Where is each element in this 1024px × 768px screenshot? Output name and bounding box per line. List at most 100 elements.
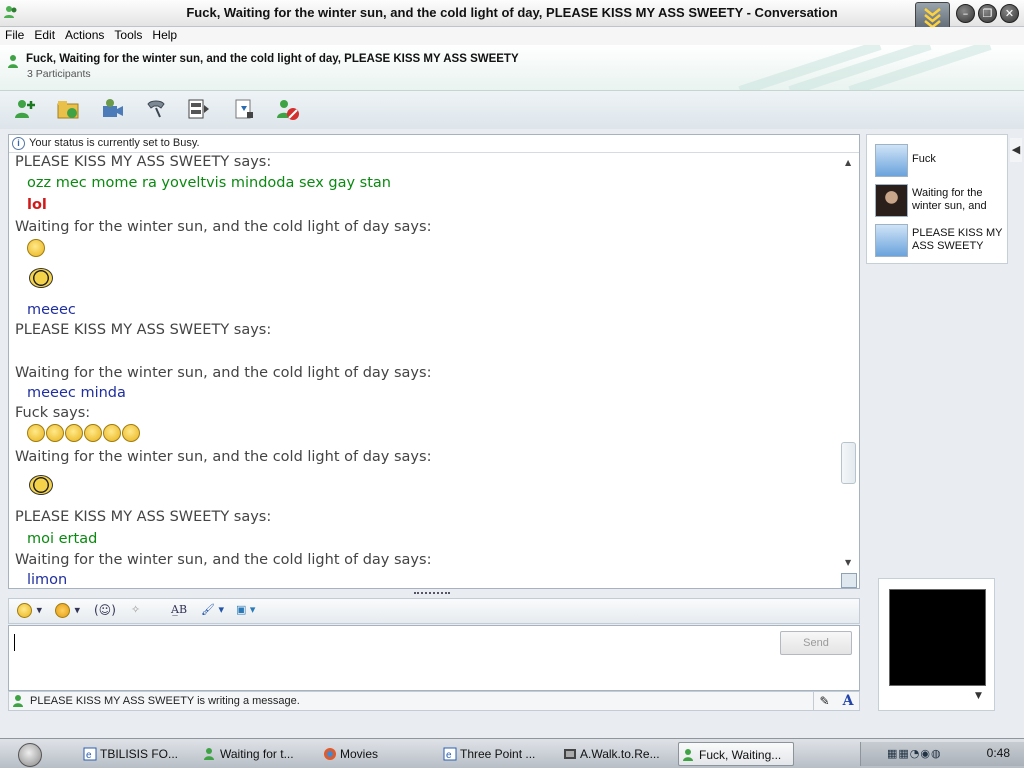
taskbar-item[interactable]: Waiting for t... <box>200 742 310 766</box>
menu-edit[interactable]: Edit <box>29 27 60 43</box>
taskbar-item[interactable]: A.Walk.to.Re... <box>560 742 670 766</box>
smile-emoticon-icon <box>46 424 64 442</box>
collapse-panel-icon[interactable]: ◀ <box>1010 138 1022 162</box>
participant-item[interactable]: Waiting for the winter sun, and <box>875 184 1005 220</box>
menu-tools[interactable]: Tools <box>109 27 147 43</box>
participant-name: PLEASE KISS MY ASS SWEETY <box>912 227 1003 252</box>
participant-name: Waiting for the winter sun, and <box>912 187 987 212</box>
close-button[interactable]: ✕ <box>1000 4 1019 23</box>
send-button[interactable]: Send <box>780 631 852 655</box>
messenger-icon <box>4 6 17 18</box>
typing-status-bar: PLEASE KISS MY ASS SWEETY is writing a m… <box>8 691 860 711</box>
splitter-grip[interactable] <box>414 592 450 595</box>
voice-call-icon[interactable] <box>143 96 169 122</box>
emoticon-row <box>29 475 53 499</box>
ie-icon: e <box>83 747 97 761</box>
emoticon-row <box>29 268 53 292</box>
menu-actions[interactable]: Actions <box>60 27 109 43</box>
speaker-line: PLEASE KISS MY ASS SWEETY says: <box>15 154 272 170</box>
bee-emoticon-icon <box>29 475 53 495</box>
participant-count: 3 Participants <box>27 68 91 80</box>
clock: 0:48 <box>986 746 1010 760</box>
smile-emoticon-icon <box>122 424 140 442</box>
invite-contact-icon[interactable] <box>12 96 38 122</box>
svg-text:e: e <box>86 750 92 761</box>
activities-icon[interactable] <box>186 96 212 122</box>
confused-emoticon-icon <box>27 239 45 257</box>
speaker-line: Fuck says: <box>15 405 91 421</box>
font-icon[interactable]: A <box>837 692 859 710</box>
message-text: meeec minda <box>27 385 126 401</box>
smile-icon <box>17 603 32 618</box>
participant-list: Fuck Waiting for the winter sun, and PLE… <box>866 134 1008 264</box>
emoticons-button[interactable]: ▾ <box>17 603 42 620</box>
send-files-icon[interactable] <box>55 96 81 122</box>
formatting-toolbar: ▾ ▾ (☺) ✧ A̲B 🖌 ▾ ▣ ▾ <box>8 598 860 624</box>
menu-help[interactable]: Help <box>147 27 182 43</box>
message-text: limon <box>27 572 68 588</box>
emoticon-row <box>27 239 46 257</box>
smile-emoticon-icon <box>103 424 121 442</box>
chevron-down-icon[interactable]: ▼ <box>975 691 982 701</box>
block-icon[interactable] <box>274 96 300 122</box>
handwriting-icon[interactable]: ✎ <box>813 692 835 710</box>
emoticon-row <box>27 424 141 442</box>
system-tray: ▦▦◔◉◍ 0:48 <box>860 742 1024 766</box>
contacts-icon <box>8 55 18 68</box>
background-button[interactable]: ▣ ▾ <box>236 603 255 620</box>
speaker-line: Waiting for the winter sun, and the cold… <box>15 219 432 235</box>
ie-icon: e <box>443 747 457 761</box>
messenger-icon <box>683 749 693 761</box>
video-file-icon <box>564 749 576 759</box>
typing-status-text: PLEASE KISS MY ASS SWEETY is writing a m… <box>30 695 300 707</box>
participant-item[interactable]: Fuck <box>875 144 1005 180</box>
minimize-button[interactable]: – <box>956 4 975 23</box>
menu-file[interactable]: File <box>0 27 29 43</box>
taskbar-item-active[interactable]: Fuck, Waiting... <box>678 742 794 766</box>
taskbar-item[interactable]: Movies <box>320 742 430 766</box>
maximize-button[interactable]: ❐ <box>978 4 997 23</box>
text-caret <box>14 634 15 651</box>
scroll-to-bottom-button[interactable] <box>841 573 857 588</box>
nudge-icon[interactable]: (☺) <box>94 603 116 620</box>
start-button[interactable] <box>18 743 42 767</box>
toolbar <box>0 91 1024 129</box>
avatar <box>875 224 908 257</box>
title-bar: Fuck, Waiting for the winter sun, and th… <box>0 0 1024 32</box>
speaker-line: Waiting for the winter sun, and the cold… <box>15 365 432 381</box>
media-icon <box>324 748 336 760</box>
scroll-up-icon[interactable]: ▲ <box>845 158 851 167</box>
tray-icons[interactable]: ▦▦◔◉◍ <box>887 747 942 760</box>
avatar <box>875 184 908 217</box>
scroll-thumb[interactable] <box>841 442 856 484</box>
voice-clip-icon[interactable]: ✧ <box>131 603 140 620</box>
conversation-title: Fuck, Waiting for the winter sun, and th… <box>26 53 519 65</box>
speaker-line: PLEASE KISS MY ASS SWEETY says: <box>15 322 272 338</box>
taskbar: e TBILISIS FO... Waiting for t... Movies … <box>0 738 1024 768</box>
taskbar-item[interactable]: e TBILISIS FO... <box>80 742 190 766</box>
scroll-down-icon[interactable]: ▼ <box>845 558 851 567</box>
message-list: PLEASE KISS MY ASS SWEETY says: ozz mec … <box>9 154 839 588</box>
message-input[interactable]: Send <box>8 625 860 691</box>
text-style-icon[interactable]: A̲B <box>171 603 187 620</box>
winks-button[interactable]: ▾ <box>55 603 80 620</box>
speaker-line: Waiting for the winter sun, and the cold… <box>15 449 432 465</box>
conversation-history: i Your status is currently set to Busy. … <box>8 134 860 589</box>
my-display-picture-frame: ▼ <box>878 578 995 711</box>
history-scrollbar[interactable]: ▲ ▼ <box>839 154 859 588</box>
smile-emoticon-icon <box>84 424 102 442</box>
bee-emoticon-icon <box>29 268 53 288</box>
message-text: moi ertad <box>27 531 98 547</box>
message-text: meeec <box>27 302 76 318</box>
paintbrush-button[interactable]: 🖌 ▾ <box>201 603 224 620</box>
games-icon[interactable] <box>231 96 257 122</box>
my-display-picture[interactable] <box>889 589 986 686</box>
participant-name: Fuck <box>912 153 936 165</box>
taskbar-item[interactable]: e Three Point ... <box>440 742 550 766</box>
speaker-line: PLEASE KISS MY ASS SWEETY says: <box>15 509 272 525</box>
video-call-icon[interactable] <box>99 96 125 122</box>
participant-item[interactable]: PLEASE KISS MY ASS SWEETY <box>875 224 1005 260</box>
window-title: Fuck, Waiting for the winter sun, and th… <box>186 5 838 20</box>
wink-icon <box>55 603 70 618</box>
messenger-icon <box>204 748 214 760</box>
